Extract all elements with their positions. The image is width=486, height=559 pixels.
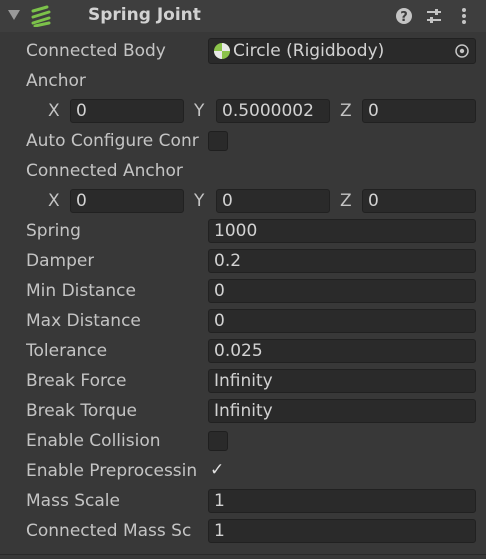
anchor-y-label[interactable]: Y bbox=[194, 99, 204, 123]
spring-input[interactable]: 1000 bbox=[208, 219, 476, 243]
connected-anchor-y-label[interactable]: Y bbox=[194, 189, 204, 213]
presets-icon[interactable] bbox=[424, 6, 444, 26]
anchor-z-input[interactable]: 0 bbox=[362, 99, 476, 123]
spring-joint-icon bbox=[31, 5, 51, 27]
component-title: Spring Joint bbox=[88, 5, 201, 25]
foldout-arrow-icon[interactable] bbox=[8, 10, 20, 20]
connected-mass-scale-label: Connected Mass Sc bbox=[26, 521, 192, 541]
help-icon[interactable]: ? bbox=[394, 6, 414, 26]
divider bbox=[0, 554, 486, 555]
enable-collision-checkbox[interactable] bbox=[208, 431, 228, 451]
mass-scale-input[interactable]: 1 bbox=[208, 489, 476, 513]
max-distance-input[interactable]: 0 bbox=[208, 309, 476, 333]
enable-preprocessing-checkbox[interactable]: ✓ bbox=[208, 460, 228, 481]
kebab-menu-icon[interactable] bbox=[454, 6, 474, 26]
checkmark-icon: ✓ bbox=[210, 460, 225, 480]
min-distance-input[interactable]: 0 bbox=[208, 279, 476, 303]
rigidbody-icon bbox=[214, 43, 230, 59]
anchor-y-input[interactable]: 0.5000002 bbox=[216, 99, 330, 123]
break-force-input[interactable]: Infinity bbox=[208, 369, 476, 393]
connected-anchor-y-input[interactable]: 0 bbox=[216, 189, 330, 213]
anchor-x-label[interactable]: X bbox=[48, 99, 60, 123]
object-picker-icon[interactable] bbox=[454, 43, 470, 59]
tolerance-input[interactable]: 0.025 bbox=[208, 339, 476, 363]
break-force-label: Break Force bbox=[26, 371, 127, 391]
damper-label: Damper bbox=[26, 251, 95, 271]
spring-label: Spring bbox=[26, 221, 81, 241]
auto-configure-checkbox[interactable] bbox=[208, 131, 228, 151]
connected-anchor-x-input[interactable]: 0 bbox=[70, 189, 184, 213]
enable-preprocessing-label: Enable Preprocessin bbox=[26, 461, 198, 481]
max-distance-label: Max Distance bbox=[26, 311, 141, 331]
connected-anchor-z-label[interactable]: Z bbox=[340, 189, 352, 213]
connected-mass-scale-input[interactable]: 1 bbox=[208, 519, 476, 543]
connected-body-field[interactable]: Circle (Rigidbody) bbox=[208, 38, 476, 64]
connected-anchor-x-label[interactable]: X bbox=[48, 189, 60, 213]
anchor-label: Anchor bbox=[26, 71, 86, 91]
damper-input[interactable]: 0.2 bbox=[208, 249, 476, 273]
anchor-x-input[interactable]: 0 bbox=[70, 99, 184, 123]
component-header: Spring Joint ? bbox=[0, 0, 486, 32]
tolerance-label: Tolerance bbox=[26, 341, 108, 361]
min-distance-label: Min Distance bbox=[26, 281, 136, 301]
connected-anchor-label: Connected Anchor bbox=[26, 161, 183, 181]
break-torque-input[interactable]: Infinity bbox=[208, 399, 476, 423]
connected-body-label: Connected Body bbox=[26, 41, 166, 61]
mass-scale-label: Mass Scale bbox=[26, 491, 120, 511]
svg-text:?: ? bbox=[400, 10, 408, 25]
anchor-z-label[interactable]: Z bbox=[340, 99, 352, 123]
auto-configure-label: Auto Configure Conr bbox=[26, 131, 199, 151]
enable-collision-label: Enable Collision bbox=[26, 431, 161, 451]
break-torque-label: Break Torque bbox=[26, 401, 138, 421]
connected-anchor-z-input[interactable]: 0 bbox=[362, 189, 476, 213]
connected-body-value: Circle (Rigidbody) bbox=[233, 41, 385, 61]
